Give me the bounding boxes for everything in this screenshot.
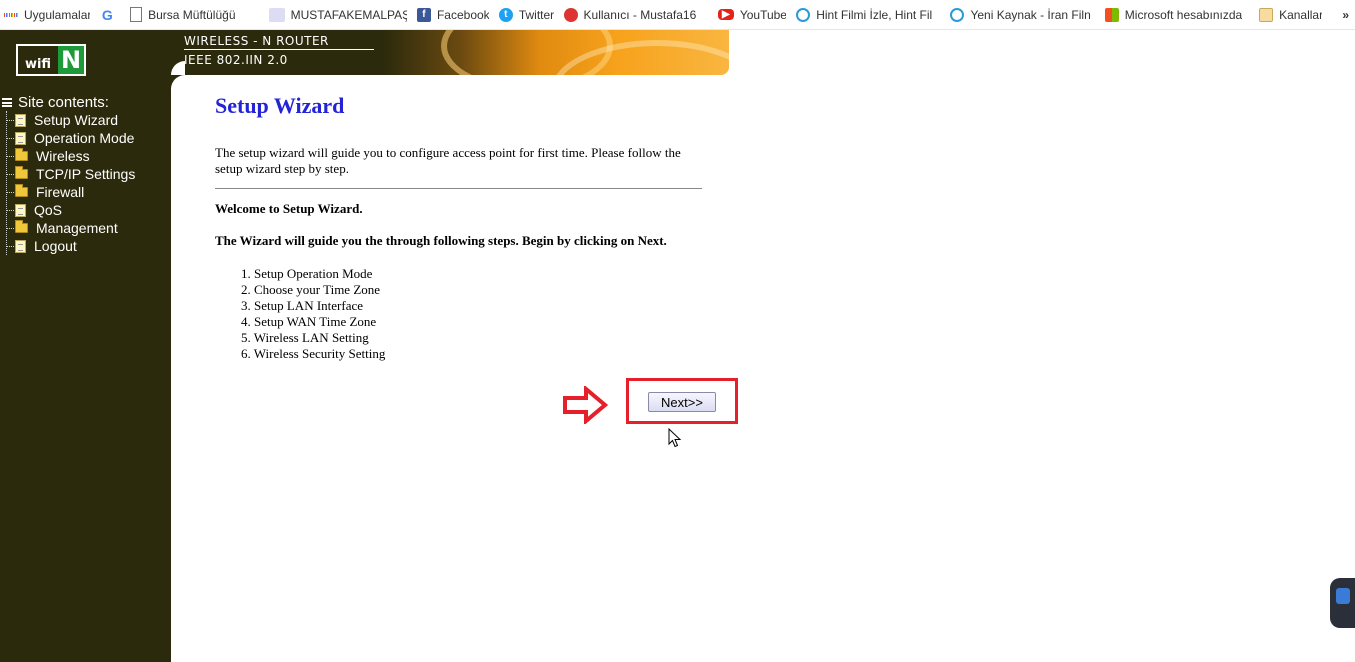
bookmark-microsoft[interactable]: Microsoft hesabınızda [1101,0,1255,29]
folder-icon [15,166,28,179]
globe-icon [796,7,811,22]
main-content: Setup Wizard The setup wizard will guide… [215,92,715,362]
banner-product-name: WIRELESS - N ROUTER [184,34,374,50]
bookmark-mustafakemalpasa[interactable]: MUSTAFAKEMALPAŞA [265,0,413,29]
sidebar-item-wireless[interactable]: Wireless [7,147,135,165]
step-item: 6. Wireless Security Setting [241,346,386,361]
bookmark-label: Yeni Kaynak - İran Filn [970,7,1091,22]
bookmark-kullanici[interactable]: Kullanıcı - Mustafa16 [560,0,714,29]
sidebar-item-label[interactable]: Setup Wizard [34,112,118,128]
bookmarks-bar: Uygulamalar G Bursa Müftülüğü MUSTAFAKEM… [0,0,1355,30]
guide-text: The Wizard will guide you the through fo… [215,233,667,248]
bookmark-yeni-kaynak[interactable]: Yeni Kaynak - İran Filn [946,0,1100,29]
step-item: 3. Setup LAN Interface [241,298,364,313]
bookmark-label: Bursa Müftülüğü [148,7,236,22]
steps-list: 1. Setup Operation Mode 2. Choose your T… [241,266,715,362]
youtube-icon: ▶ [717,9,734,20]
logo-wifi-text: wifi [24,57,52,72]
bookmark-google[interactable]: G [96,0,126,29]
sidebar: wifi N Site contents: Setup Wizard Opera… [0,30,171,662]
step-item: 5. Wireless LAN Setting [241,330,369,345]
welcome-text: Welcome to Setup Wizard. [215,201,363,216]
sidebar-item-operation-mode[interactable]: Operation Mode [7,129,135,147]
site-contents-menu: Setup Wizard Operation Mode Wireless TCP… [6,111,135,255]
step-item: 2. Choose your Time Zone [241,282,381,297]
bookmark-label: YouTube [739,7,787,22]
google-icon: G [101,6,113,23]
menu-icon [2,98,12,107]
sidebar-item-label[interactable]: Management [36,220,118,236]
bookmark-label: Kullanıcı - Mustafa16 [583,7,697,22]
bookmark-label: Twitter [518,7,554,22]
sidebar-item-label[interactable]: Firewall [36,184,84,200]
facebook-icon: f [416,7,431,22]
side-widget[interactable] [1330,578,1355,628]
step-item: 4. Setup WAN Time Zone [241,314,377,329]
folder-icon [15,184,28,197]
next-button[interactable]: Next>> [648,392,716,412]
step-item: 1. Setup Operation Mode [241,266,373,281]
wifi-n-logo: wifi N [16,44,86,76]
bookmark-facebook[interactable]: f Facebook [413,0,495,29]
sidebar-item-management[interactable]: Management [7,219,135,237]
site-contents-title: Site contents: [2,94,109,111]
page-icon [268,7,285,22]
bookmark-twitter[interactable]: t Twitter [495,0,560,29]
banner-corner [171,75,185,89]
sidebar-item-setup-wizard[interactable]: Setup Wizard [7,111,135,129]
bookmark-label: Kanallar [1279,7,1323,22]
sidebar-item-qos[interactable]: QoS [7,201,135,219]
document-icon [15,131,26,145]
page-icon [130,7,143,22]
bookmark-label: Facebook [436,7,489,22]
microsoft-icon [1104,7,1119,22]
bookmarks-overflow-button[interactable]: » [1328,0,1355,29]
bookmark-label: Hint Filmi İzle, Hint Fil [816,7,933,22]
globe-icon [950,7,965,22]
folder-icon [15,148,28,161]
sidebar-item-firewall[interactable]: Firewall [7,183,135,201]
divider [215,188,702,189]
sidebar-item-label[interactable]: Operation Mode [34,130,134,146]
logo-n-text: N [58,46,84,74]
mouse-cursor-icon [668,428,682,448]
bookmark-label: Microsoft hesabınızda [1124,7,1243,22]
bookmark-hint-filmi[interactable]: Hint Filmi İzle, Hint Fil [792,0,946,29]
sidebar-item-label[interactable]: Logout [34,238,77,254]
sidebar-item-logout[interactable]: Logout [7,237,135,255]
bookmark-label: Uygulamalar [24,7,91,22]
bookmark-youtube[interactable]: ▶ YouTube [714,0,792,29]
bookmark-label: MUSTAFAKEMALPAŞA [290,7,407,22]
sidebar-item-label[interactable]: TCP/IP Settings [36,166,135,182]
site-contents-label: Site contents: [18,94,109,111]
apps-grid-icon [3,8,19,22]
sidebar-item-label[interactable]: QoS [34,202,62,218]
sidebar-item-tcpip-settings[interactable]: TCP/IP Settings [7,165,135,183]
document-icon [15,113,26,127]
intro-text: The setup wizard will guide you to confi… [215,145,681,176]
bookmark-apps[interactable]: Uygulamalar [0,0,96,29]
sidebar-item-label[interactable]: Wireless [36,148,90,164]
bookmark-bursa-muftulugu[interactable]: Bursa Müftülüğü [126,0,264,29]
chat-icon [1336,588,1350,604]
chevron-double-right-icon: » [1342,7,1350,22]
document-icon [15,203,26,217]
bookmark-kanallar[interactable]: Kanallar [1255,0,1328,29]
folder-icon [1259,7,1274,22]
twitter-icon: t [498,7,513,22]
page-icon [563,7,578,22]
document-icon [15,239,26,253]
page-title: Setup Wizard [215,93,345,118]
arrow-right-icon [563,386,608,424]
banner-standard: IEEE 802.IIN 2.0 [184,53,288,67]
router-banner: WIRELESS - N ROUTER IEEE 802.IIN 2.0 [171,30,729,75]
folder-icon [15,220,28,233]
